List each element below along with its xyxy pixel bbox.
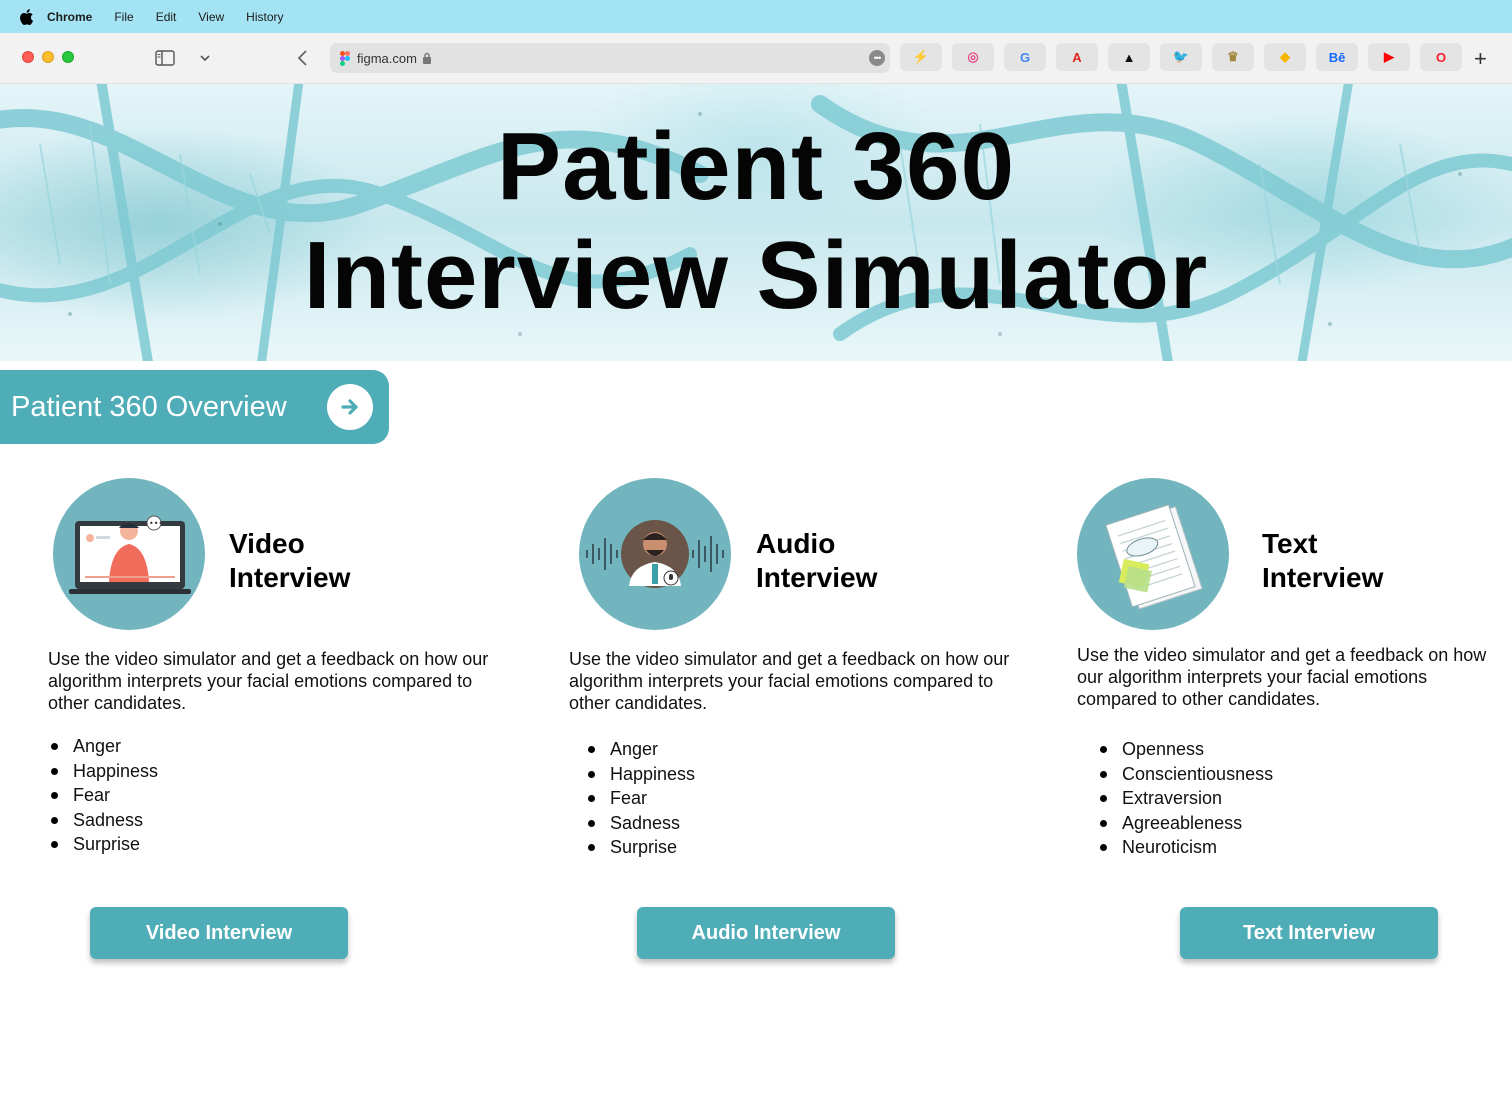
- new-tab-icon[interactable]: +: [1474, 46, 1487, 72]
- overview-button-label: Patient 360 Overview: [11, 390, 287, 423]
- minimize-window-button[interactable]: [42, 51, 54, 63]
- rolex-icon[interactable]: ♛: [1212, 43, 1254, 71]
- audio-interview-illustration: [579, 478, 731, 630]
- list-item: Agreeableness: [1097, 811, 1273, 836]
- twitter-icon[interactable]: 🐦: [1160, 43, 1202, 71]
- behance-icon[interactable]: Bē: [1316, 43, 1358, 71]
- text-interview-button[interactable]: Text Interview: [1180, 907, 1438, 959]
- list-item: Fear: [48, 783, 158, 808]
- audio-card-title: Audio Interview: [756, 528, 878, 593]
- sketch-icon[interactable]: ◆: [1264, 43, 1306, 71]
- list-item: Fear: [585, 786, 695, 811]
- address-bar[interactable]: figma.com •••: [330, 43, 890, 73]
- video-card-description: Use the video simulator and get a feedba…: [48, 649, 489, 713]
- list-item: Surprise: [48, 832, 158, 857]
- audio-card-description: Use the video simulator and get a feedba…: [569, 649, 1010, 713]
- list-item: Conscientiousness: [1097, 762, 1273, 787]
- audio-emotion-list: Anger Happiness Fear Sadness Surprise: [585, 737, 695, 860]
- list-item: Sadness: [585, 811, 695, 836]
- google-icon[interactable]: G: [1004, 43, 1046, 71]
- chevron-down-icon[interactable]: [193, 46, 217, 70]
- list-item: Neuroticism: [1097, 835, 1273, 860]
- text-trait-list: Openness Conscientiousness Extraversion …: [1097, 737, 1273, 860]
- patient-360-overview-button[interactable]: Patient 360 Overview: [0, 370, 389, 444]
- menu-view[interactable]: View: [198, 10, 224, 24]
- list-item: Surprise: [585, 835, 695, 860]
- opera-icon[interactable]: O: [1420, 43, 1462, 71]
- dribbble-icon[interactable]: ◎: [952, 43, 994, 71]
- menu-file[interactable]: File: [114, 10, 133, 24]
- text-interview-illustration: [1077, 478, 1229, 630]
- more-options-icon[interactable]: •••: [869, 50, 885, 66]
- figma-icon: [340, 50, 350, 66]
- lightning-icon[interactable]: ⚡: [900, 43, 942, 71]
- hero-title-line2: Interview Simulator: [303, 222, 1209, 329]
- list-item: Extraversion: [1097, 786, 1273, 811]
- text-card-title: Text Interview: [1262, 528, 1384, 593]
- maximize-window-button[interactable]: [62, 51, 74, 63]
- list-item: Happiness: [48, 759, 158, 784]
- sidebar-toggle-icon[interactable]: [153, 46, 177, 70]
- video-card-title: Video Interview: [229, 528, 351, 593]
- menu-edit[interactable]: Edit: [156, 10, 177, 24]
- menu-app-name[interactable]: Chrome: [47, 10, 92, 24]
- browser-toolbar: figma.com ••• ⚡ ◎ G A ▲ 🐦 ♛ ◆ Bē ▶ O +: [0, 33, 1512, 84]
- svg-text:•••: •••: [149, 519, 163, 528]
- menu-bar: Chrome File Edit View History: [0, 0, 1512, 33]
- audio-interview-button[interactable]: Audio Interview: [637, 907, 895, 959]
- list-item: Happiness: [585, 762, 695, 787]
- arrow-right-icon: [327, 384, 373, 430]
- list-item: Sadness: [48, 808, 158, 833]
- video-emotion-list: Anger Happiness Fear Sadness Surprise: [48, 734, 158, 857]
- menu-history[interactable]: History: [246, 10, 283, 24]
- hero-banner: Patient 360 Interview Simulator: [0, 84, 1512, 361]
- close-window-button[interactable]: [22, 51, 34, 63]
- back-arrow-icon[interactable]: [290, 46, 314, 70]
- list-item: Anger: [48, 734, 158, 759]
- list-item: Anger: [585, 737, 695, 762]
- adobe-icon[interactable]: A: [1056, 43, 1098, 71]
- url-text[interactable]: figma.com: [357, 51, 417, 66]
- list-item: Openness: [1097, 737, 1273, 762]
- video-interview-illustration: •••: [53, 478, 205, 630]
- video-interview-button[interactable]: Video Interview: [90, 907, 348, 959]
- text-card-description: Use the video simulator and get a feedba…: [1077, 645, 1487, 709]
- apple-icon[interactable]: [18, 8, 34, 26]
- adidas-icon[interactable]: ▲: [1108, 43, 1150, 71]
- youtube-icon[interactable]: ▶: [1368, 43, 1410, 71]
- lock-icon: [422, 52, 431, 64]
- hero-title-line1: Patient 360: [497, 113, 1015, 220]
